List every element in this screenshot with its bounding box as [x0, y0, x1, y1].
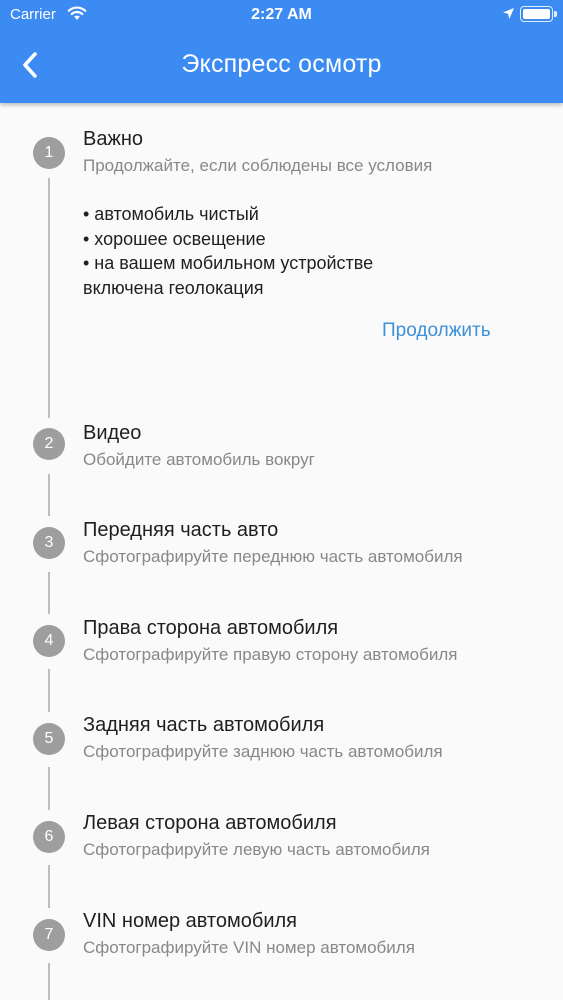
- step-title: Важно: [83, 128, 144, 150]
- step-subtitle: Сфотографируйте переднюю часть автомобил…: [83, 547, 463, 566]
- condition-item: • автомобиль чистый: [83, 204, 259, 224]
- step-title: Передняя часть авто: [83, 519, 279, 541]
- step-number-badge: 4: [33, 625, 65, 657]
- step-subtitle: Продолжайте, если соблюдены все условия: [83, 156, 433, 175]
- step-connector-line: [48, 474, 50, 516]
- step-number-badge: 2: [33, 428, 65, 460]
- step-subtitle: Сфотографируйте VIN номер автомобиля: [83, 938, 415, 957]
- step-title: Левая сторона автомобиля: [83, 812, 337, 834]
- step-title: VIN номер автомобиля: [83, 910, 297, 932]
- step-title: Права сторона автомобиля: [83, 617, 339, 639]
- step-number-badge: 7: [33, 919, 65, 951]
- step-connector-line: [48, 767, 50, 810]
- step-connector-line: [48, 669, 50, 712]
- step-number-badge: 5: [33, 723, 65, 755]
- step-connector-line: [48, 865, 50, 908]
- condition-item: включена геолокация: [83, 277, 264, 298]
- step-subtitle: Сфотографируйте правую сторону автомобил…: [83, 645, 458, 664]
- step-title: Задняя часть автомобиля: [83, 714, 325, 736]
- step-1[interactable]: 1 Важно Продолжайте, если соблюдены все …: [0, 0, 563, 418]
- step-number-badge: 3: [33, 527, 65, 559]
- step-number-badge: 6: [33, 821, 65, 853]
- conditions-list: • автомобиль чистый • хорошее освещение …: [83, 202, 373, 300]
- condition-item: • хорошее освещение: [83, 228, 266, 249]
- step-title: Видео: [83, 422, 142, 444]
- step-connector-line: [48, 963, 50, 1000]
- step-subtitle: Сфотографируйте заднюю часть автомобиля: [83, 742, 443, 761]
- continue-button[interactable]: Продолжить: [382, 320, 491, 342]
- step-connector-line: [48, 572, 50, 614]
- step-subtitle: Обойдите автомобиль вокруг: [83, 450, 315, 469]
- step-7[interactable]: 7 VIN номер автомобиля Сфотографируйте V…: [0, 0, 563, 1000]
- step-subtitle: Сфотографируйте левую часть автомобиля: [83, 840, 430, 859]
- step-connector-line: [48, 178, 50, 418]
- condition-item: • на вашем мобильном устройстве: [83, 253, 374, 273]
- step-number-badge: 1: [33, 137, 65, 169]
